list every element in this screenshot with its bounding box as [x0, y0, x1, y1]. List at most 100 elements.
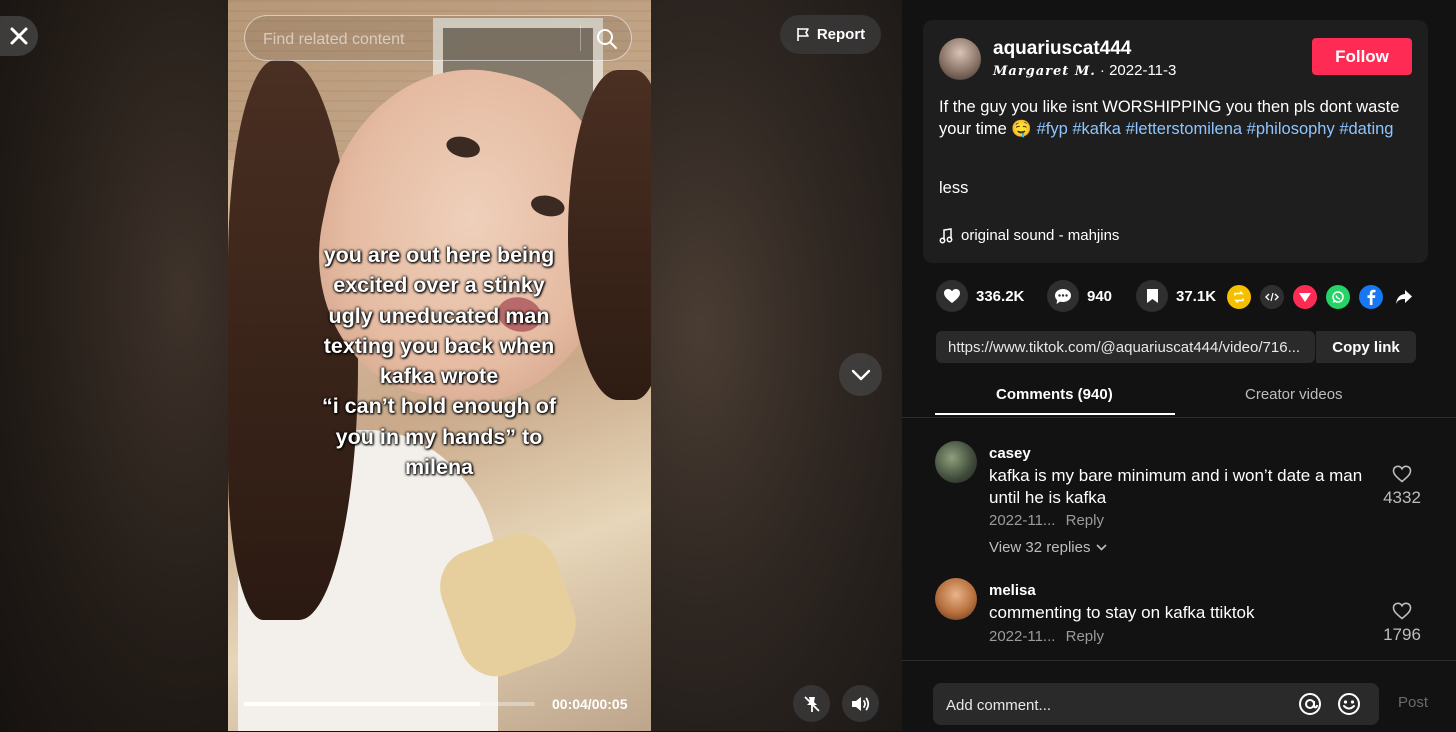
- comment-meta: 2022-11... Reply: [989, 628, 1104, 645]
- like-button[interactable]: [936, 280, 968, 312]
- facebook-share-button[interactable]: [1359, 285, 1383, 309]
- repost-icon: [1234, 291, 1244, 303]
- tab-comments[interactable]: Comments (940): [996, 386, 1113, 403]
- send-share-button[interactable]: [1293, 285, 1317, 309]
- view-replies-label: View 32 replies: [989, 539, 1091, 556]
- search-icon[interactable]: [595, 27, 619, 51]
- reply-button[interactable]: Reply: [1066, 628, 1104, 645]
- description-card: aquariuscat444 𝑴𝒂𝒓𝒈𝒂𝒓𝒆𝒕 𝑴. · 2022-11-3 F…: [923, 20, 1428, 263]
- pin-off-icon: [803, 695, 820, 712]
- close-icon: [10, 27, 28, 45]
- comment-like[interactable]: 4332: [1375, 465, 1429, 508]
- save-button[interactable]: [1136, 280, 1168, 312]
- embed-share-button[interactable]: [1260, 285, 1284, 309]
- comment-like-count: 4332: [1383, 488, 1421, 507]
- follow-button[interactable]: Follow: [1312, 38, 1412, 75]
- search-input[interactable]: [261, 28, 565, 52]
- embed-code-icon: [1265, 292, 1279, 302]
- sound-name: original sound - mahjins: [961, 227, 1120, 244]
- comment-input[interactable]: [944, 694, 1278, 716]
- like-count: 336.2K: [976, 287, 1025, 305]
- sound-link[interactable]: original sound - mahjins: [939, 227, 1119, 244]
- comment-item: melisa commenting to stay on kafka ttikt…: [935, 578, 1435, 658]
- comment-list[interactable]: casey kafka is my bare minimum and i won…: [902, 420, 1456, 660]
- less-toggle[interactable]: less: [939, 179, 968, 198]
- facebook-icon: [1367, 289, 1376, 305]
- comment-text: commenting to stay on kafka ttiktok: [989, 603, 1255, 622]
- bookmark-icon: [1146, 289, 1158, 303]
- commenter-username[interactable]: melisa: [989, 582, 1036, 599]
- comment-date: 2022-11...: [989, 512, 1056, 529]
- heart-outline-icon: [1392, 602, 1412, 620]
- comment-count: 940: [1087, 287, 1113, 305]
- hashtag-link[interactable]: #kafka: [1072, 120, 1121, 138]
- commenter-username[interactable]: casey: [989, 445, 1031, 462]
- details-panel: aquariuscat444 𝑴𝒂𝒓𝒈𝒂𝒓𝒆𝒕 𝑴. · 2022-11-3 F…: [902, 0, 1456, 732]
- heart-icon: [944, 289, 960, 303]
- hashtag-link[interactable]: #letterstomilena: [1126, 120, 1242, 138]
- heart-outline-icon: [1392, 465, 1412, 483]
- video-progress-bar[interactable]: [244, 702, 535, 706]
- subline-separator: ·: [1095, 62, 1110, 79]
- tab-creator-videos[interactable]: Creator videos: [1245, 386, 1343, 403]
- share-link-box: https://www.tiktok.com/@aquariuscat444/v…: [936, 331, 1315, 363]
- comment-text: kafka is my bare minimum and i won’t dat…: [989, 466, 1363, 507]
- video-progress-fill: [244, 702, 480, 706]
- commenter-avatar[interactable]: [935, 578, 977, 620]
- chevron-down-icon: [1096, 544, 1108, 551]
- post-comment-button[interactable]: Post: [1398, 694, 1428, 711]
- view-replies-button[interactable]: View 32 replies: [989, 539, 1108, 556]
- commenter-avatar[interactable]: [935, 441, 977, 483]
- author-avatar[interactable]: [939, 38, 981, 80]
- emoji-icon[interactable]: [1337, 692, 1361, 716]
- like-action[interactable]: 336.2K: [936, 280, 1024, 312]
- whatsapp-share-button[interactable]: [1326, 285, 1350, 309]
- flag-icon: [797, 28, 809, 41]
- action-bar: 336.2K 940 37.1K: [936, 280, 1426, 312]
- save-count: 37.1K: [1176, 287, 1217, 305]
- reply-button[interactable]: Reply: [1066, 512, 1104, 529]
- report-button[interactable]: Report: [780, 15, 881, 54]
- save-action[interactable]: 37.1K: [1136, 280, 1216, 312]
- comment-like[interactable]: 1796: [1375, 602, 1429, 645]
- author-nickname: 𝑴𝒂𝒓𝒈𝒂𝒓𝒆𝒕 𝑴.: [993, 64, 1096, 79]
- share-arrow-icon: [1396, 290, 1412, 304]
- repost-share-button[interactable]: [1227, 285, 1251, 309]
- share-link-url[interactable]: https://www.tiktok.com/@aquariuscat444/v…: [948, 339, 1308, 356]
- report-label: Report: [816, 26, 866, 43]
- comment-bubble-icon: [1055, 288, 1071, 304]
- comment-compose-bar: Post: [902, 660, 1456, 732]
- comment-button[interactable]: [1047, 280, 1079, 312]
- music-note-icon: [939, 227, 953, 243]
- author-subline: 𝑴𝒂𝒓𝒈𝒂𝒓𝒆𝒕 𝑴. · 2022-11-3: [993, 62, 1176, 79]
- author-username[interactable]: aquariuscat444: [993, 38, 1131, 60]
- hashtag-link[interactable]: #fyp: [1037, 120, 1068, 138]
- volume-button[interactable]: [842, 685, 879, 722]
- hashtag-link[interactable]: #philosophy: [1247, 120, 1335, 138]
- post-date: 2022-11-3: [1109, 62, 1177, 79]
- comment-like-count: 1796: [1383, 625, 1421, 644]
- copy-link-button[interactable]: Copy link: [1315, 331, 1416, 363]
- more-share-button[interactable]: [1392, 285, 1416, 309]
- comment-meta: 2022-11... Reply: [989, 512, 1104, 529]
- post-description: If the guy you like isnt WORSHIPPING you…: [939, 96, 1419, 140]
- search-bar[interactable]: [244, 15, 632, 61]
- chevron-down-icon: [851, 369, 870, 380]
- comment-date: 2022-11...: [989, 628, 1056, 645]
- video-backdrop-left: [0, 0, 228, 731]
- floating-player-button[interactable]: [793, 685, 830, 722]
- comment-action[interactable]: 940: [1047, 280, 1112, 312]
- video-area[interactable]: you are out here being excited over a st…: [0, 0, 902, 731]
- video-time: 00:04/00:05: [552, 696, 628, 712]
- volume-icon: [851, 696, 869, 711]
- next-video-button[interactable]: [839, 353, 882, 396]
- panel-tabs: Comments (940) Creator videos: [902, 372, 1456, 418]
- mention-at-icon[interactable]: [1298, 692, 1322, 716]
- search-divider: [580, 25, 581, 51]
- comment-input-box[interactable]: [933, 683, 1379, 725]
- hashtag-link[interactable]: #dating: [1339, 120, 1393, 138]
- whatsapp-icon: [1332, 291, 1344, 303]
- send-paper-plane-icon: [1299, 293, 1311, 302]
- video-caption: you are out here being excited over a st…: [321, 243, 557, 480]
- active-tab-indicator: [935, 413, 1175, 415]
